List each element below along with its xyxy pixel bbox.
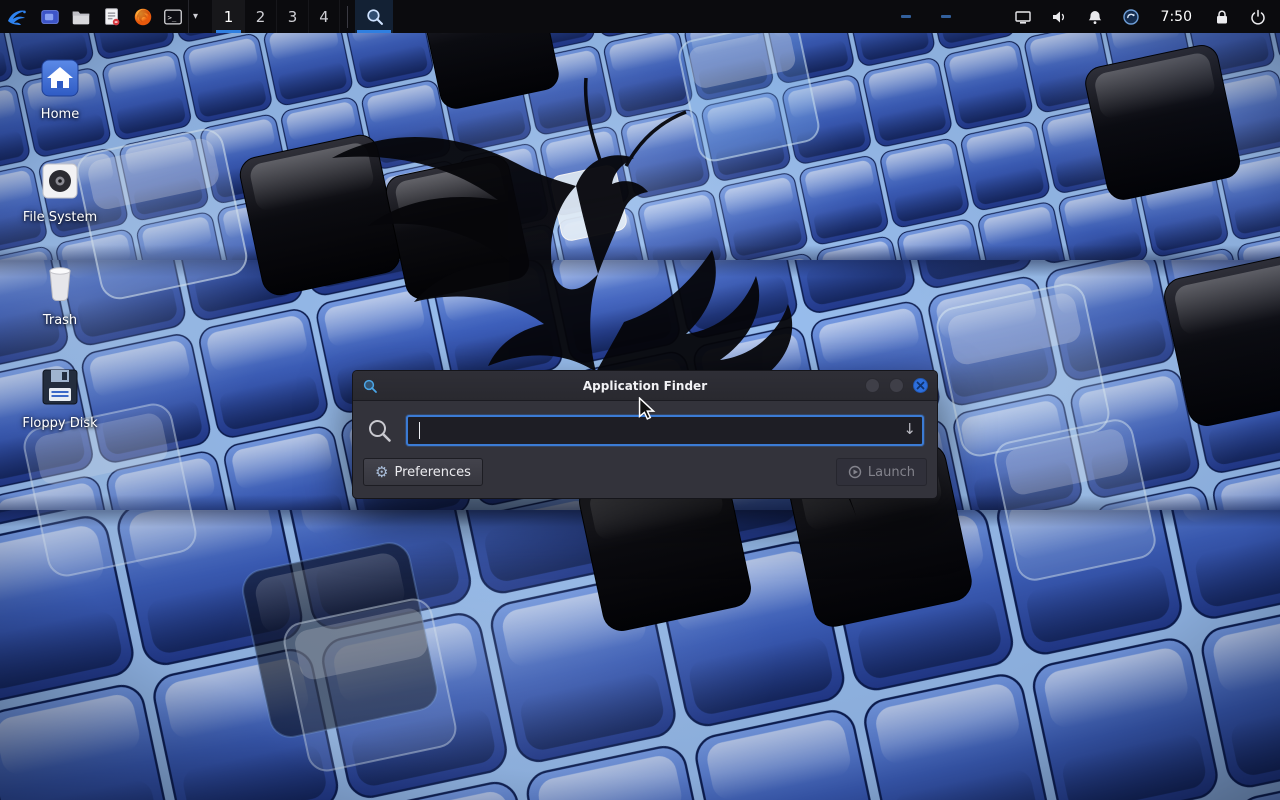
terminal-dropdown-arrow[interactable]: ▾ <box>188 0 202 33</box>
logout-button[interactable] <box>1248 7 1268 27</box>
close-icon <box>916 381 925 390</box>
dropdown-arrow-icon[interactable]: ↓ <box>903 420 916 438</box>
preferences-label: Preferences <box>394 465 470 480</box>
gear-icon: ⚙ <box>375 465 388 480</box>
launcher-window-switcher[interactable] <box>34 0 65 33</box>
document-icon <box>101 6 123 28</box>
system-tray: 7:50 <box>901 0 1280 33</box>
workspace-4-button[interactable]: 4 <box>308 0 340 33</box>
launch-label: Launch <box>868 465 915 480</box>
desktop-icon-trash[interactable]: Trash <box>12 262 108 328</box>
search-icon <box>366 417 393 444</box>
status-orb-tray-icon[interactable] <box>1121 7 1141 27</box>
lock-screen-button[interactable] <box>1212 7 1232 27</box>
trash-icon <box>38 262 82 306</box>
terminal-icon: >_ <box>162 6 184 28</box>
desktop-icon-label: Trash <box>43 313 77 328</box>
desktop-icon-label: Home <box>41 107 79 122</box>
desktop-root: >_ ▾ 1 2 3 4 <box>0 0 1280 800</box>
maximize-button[interactable] <box>889 378 904 393</box>
search-row: ↓ <box>353 401 937 456</box>
workspace-3-label: 3 <box>288 8 298 26</box>
workspace-switcher: 1 2 3 4 <box>212 0 340 33</box>
desktop-icon-label: Floppy Disk <box>22 416 97 431</box>
desktop-icon-home[interactable]: Home <box>12 56 108 122</box>
desktop-icon-label: File System <box>23 210 97 225</box>
firefox-icon <box>132 6 154 28</box>
application-finder-icon <box>362 378 378 394</box>
chevron-down-icon: ▾ <box>193 11 198 22</box>
panel-launchers: >_ ▾ <box>0 0 202 33</box>
window-controls <box>865 378 928 393</box>
home-icon <box>38 56 82 100</box>
button-row: ⚙ Preferences Launch <box>353 456 937 498</box>
launcher-terminal[interactable]: >_ <box>158 0 188 33</box>
svg-text:>_: >_ <box>168 13 177 22</box>
taskbar-application-finder[interactable] <box>355 0 393 33</box>
launch-button[interactable]: Launch <box>836 458 927 486</box>
kali-logo-icon <box>5 5 29 29</box>
panel-separator <box>347 6 348 28</box>
text-caret <box>419 422 420 439</box>
workspace-2-button[interactable]: 2 <box>244 0 276 33</box>
folder-icon <box>70 6 92 28</box>
workspace-2-label: 2 <box>256 8 266 26</box>
tray-indicator[interactable] <box>901 15 911 18</box>
desktop-icon-column: Home File System Trash <box>12 56 108 431</box>
display-icon <box>1014 8 1032 26</box>
power-icon <box>1249 8 1267 26</box>
launcher-file-manager[interactable] <box>65 0 96 33</box>
workspace-3-button[interactable]: 3 <box>276 0 308 33</box>
workspace-1-button[interactable]: 1 <box>212 0 244 33</box>
tray-indicators <box>901 15 951 18</box>
desktop-icon-file-system[interactable]: File System <box>12 159 108 225</box>
launcher-text-editor[interactable] <box>96 0 127 33</box>
minimize-button[interactable] <box>865 378 880 393</box>
display-tray-icon[interactable] <box>1013 7 1033 27</box>
top-panel: >_ ▾ 1 2 3 4 <box>0 0 1280 33</box>
desktop-icon-floppy-disk[interactable]: Floppy Disk <box>12 365 108 431</box>
workspace-4-label: 4 <box>319 8 329 26</box>
bell-icon <box>1086 8 1104 26</box>
kali-menu-button[interactable] <box>0 0 34 33</box>
preferences-button[interactable]: ⚙ Preferences <box>363 458 483 486</box>
window-icon <box>39 6 61 28</box>
search-input-wrap: ↓ <box>406 415 924 446</box>
notifications-tray-icon[interactable] <box>1085 7 1105 27</box>
close-button[interactable] <box>913 378 928 393</box>
volume-icon <box>1050 8 1068 26</box>
volume-tray-icon[interactable] <box>1049 7 1069 27</box>
titlebar[interactable]: Application Finder <box>353 371 937 401</box>
launcher-firefox[interactable] <box>127 0 158 33</box>
workspace-1-label: 1 <box>224 8 234 26</box>
lock-icon <box>1213 8 1231 26</box>
clock[interactable]: 7:50 <box>1157 9 1196 25</box>
launch-icon <box>848 465 862 479</box>
search-input[interactable] <box>406 415 924 446</box>
application-finder-window: Application Finder ↓ <box>352 370 938 499</box>
window-title: Application Finder <box>353 379 937 393</box>
search-icon <box>365 7 384 26</box>
drive-icon <box>38 159 82 203</box>
floppy-icon <box>38 365 82 409</box>
status-orb-icon <box>1122 8 1140 26</box>
tray-indicator[interactable] <box>941 15 951 18</box>
